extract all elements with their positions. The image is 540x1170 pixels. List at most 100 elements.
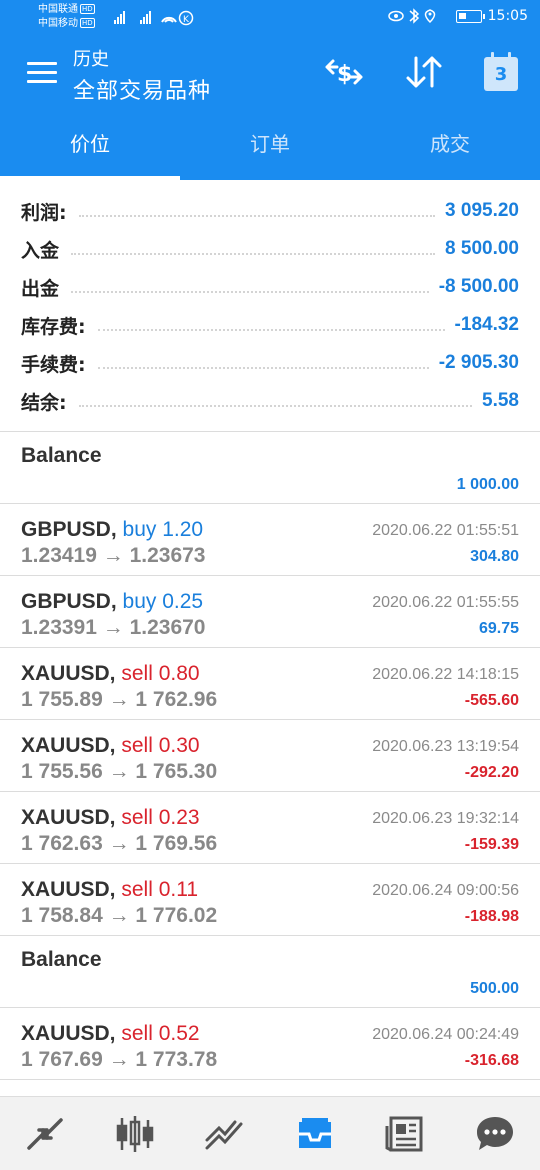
menu-icon[interactable] — [27, 62, 57, 84]
nav-chart[interactable] — [90, 1097, 180, 1170]
deal-prices: 1.23419 → 1.23673 — [21, 544, 206, 567]
deal-prices: 1 758.84 → 1 776.02 — [21, 904, 218, 927]
deal-time: 2020.06.22 01:55:51 — [372, 522, 519, 539]
summary-value: -2 905.30 — [438, 352, 519, 373]
deal-time: 2020.06.22 14:18:15 — [372, 666, 519, 683]
carrier-2: 中国移动 — [38, 18, 78, 29]
deal-profit: 304.80 — [470, 548, 519, 565]
deal-symbol: XAUUSD, sell 0.30 — [21, 734, 200, 758]
hd-badge: HD — [80, 4, 95, 14]
summary-profit: 利润: 3 095.20 — [0, 192, 540, 230]
nav-quotes[interactable] — [0, 1097, 90, 1170]
dot-leader — [97, 361, 429, 369]
deal-row[interactable]: XAUUSD, sell 0.23 1 762.63 → 1 769.56 2020… — [0, 792, 540, 864]
calendar-day: 3 — [484, 52, 518, 91]
symbol-name: XAUUSD, — [21, 878, 116, 901]
deal-side: sell 0.30 — [121, 734, 200, 757]
summary-label: 库存费: — [21, 315, 86, 338]
deal-prices: 1.23391 → 1.23670 — [21, 616, 206, 639]
deal-row[interactable]: XAUUSD, sell 0.11 1 758.84 → 1 776.02 2020… — [0, 864, 540, 936]
deal-prices: 1 755.56 → 1 765.30 — [21, 760, 218, 783]
balance-amount: 1 000.00 — [456, 476, 519, 493]
bottom-nav — [0, 1096, 540, 1170]
deal-side: buy 1.20 — [122, 518, 204, 541]
page-subtitle: 历史 — [73, 49, 109, 70]
deal-symbol: XAUUSD, sell 0.23 — [21, 806, 200, 830]
deal-side: sell 0.52 — [121, 1022, 200, 1045]
summary-value: 5.58 — [482, 390, 519, 411]
summary-value: -184.32 — [454, 314, 519, 335]
deal-row[interactable]: GBPUSD, buy 0.25 1.23391 → 1.23670 2020.06… — [0, 576, 540, 648]
deal-profit: -316.68 — [464, 1052, 519, 1069]
deal-row[interactable]: XAUUSD, sell 0.52 1 767.69 → 1 773.78 2020… — [0, 1008, 540, 1080]
summary-value: 3 095.20 — [445, 200, 519, 221]
deal-row[interactable]: XAUUSD, sell 0.80 1 755.89 → 1 762.96 2020… — [0, 648, 540, 720]
symbol-name: XAUUSD, — [21, 734, 116, 757]
trade-icon — [205, 1120, 243, 1150]
chat-icon — [477, 1117, 513, 1150]
deal-symbol: XAUUSD, sell 0.52 — [21, 1022, 200, 1046]
nav-history[interactable] — [270, 1097, 360, 1170]
summary-value: 8 500.00 — [445, 238, 519, 259]
symbol-name: XAUUSD, — [21, 1022, 116, 1045]
deal-time: 2020.06.23 13:19:54 — [372, 738, 519, 755]
chart-candles-icon — [116, 1116, 154, 1152]
deal-row[interactable]: XAUUSD, sell 0.30 1 755.56 → 1 765.30 2020… — [0, 720, 540, 792]
nav-news[interactable] — [360, 1097, 450, 1170]
summary-label: 手续费: — [21, 353, 86, 376]
signal-icons: K — [104, 10, 194, 29]
tab-deals[interactable]: 成交 — [360, 118, 540, 180]
summary-label: 出金 — [21, 277, 60, 300]
deal-prices: 1 762.63 → 1 769.56 — [21, 832, 218, 855]
page-title[interactable]: 全部交易品种 — [73, 73, 211, 105]
deal-profit: -188.98 — [464, 908, 519, 925]
symbol-name: GBPUSD, — [21, 518, 117, 541]
tab-orders[interactable]: 订单 — [180, 118, 360, 180]
nav-trade[interactable] — [180, 1097, 270, 1170]
row-divider — [0, 1079, 540, 1080]
balance-row[interactable]: Balance 1 000.00 — [0, 432, 540, 504]
balance-label: Balance — [21, 948, 102, 971]
quotes-icon — [27, 1118, 63, 1150]
carrier-info: 中国联通 HD 中国移动 HD — [38, 3, 95, 31]
deal-time: 2020.06.22 01:55:55 — [372, 594, 519, 611]
sort-icon[interactable] — [402, 52, 446, 92]
tab-bar: 价位 订单 成交 — [0, 118, 540, 180]
hd-badge: HD — [80, 18, 95, 28]
deal-symbol: XAUUSD, sell 0.80 — [21, 662, 200, 686]
dot-leader — [78, 399, 473, 407]
svg-text:$: $ — [337, 62, 352, 87]
summary-label: 利润: — [21, 201, 67, 224]
nav-chat[interactable] — [450, 1097, 540, 1170]
deal-profit: -159.39 — [464, 836, 519, 853]
deal-profit: -565.60 — [464, 692, 519, 709]
summary-label: 入金 — [21, 239, 60, 262]
tab-price[interactable]: 价位 — [0, 118, 180, 180]
symbol-name: XAUUSD, — [21, 806, 116, 829]
deal-row[interactable]: GBPUSD, buy 1.20 1.23419 → 1.23673 2020.06… — [0, 504, 540, 576]
deal-time: 2020.06.23 19:32:14 — [372, 810, 519, 827]
deal-side: buy 0.25 — [122, 590, 204, 613]
carrier-1: 中国联通 — [38, 4, 78, 15]
deal-time: 2020.06.24 09:00:56 — [372, 882, 519, 899]
deal-time: 2020.06.24 00:24:49 — [372, 1026, 519, 1043]
calendar-icon[interactable]: 3 — [479, 52, 523, 92]
symbol-name: GBPUSD, — [21, 590, 117, 613]
clock: 15:05 — [487, 8, 528, 24]
deal-prices: 1 767.69 → 1 773.78 — [21, 1048, 218, 1071]
dot-leader — [78, 209, 436, 217]
status-right: 15:05 — [387, 8, 528, 24]
balance-row[interactable]: Balance 500.00 — [0, 936, 540, 1008]
dot-leader — [71, 285, 429, 293]
balance-label: Balance — [21, 444, 102, 467]
summary-withdrawal: 出金 -8 500.00 — [0, 268, 540, 306]
app-header: 中国联通 HD 中国移动 HD K 15:05 历史 全部交易品种 $ 3 价位… — [0, 0, 540, 180]
deal-profit: -292.20 — [464, 764, 519, 781]
deal-profit: 69.75 — [478, 620, 519, 637]
deal-side: sell 0.11 — [121, 878, 199, 901]
symbols-exchange-icon[interactable]: $ — [322, 52, 366, 92]
status-icons — [387, 8, 435, 24]
deal-side: sell 0.80 — [121, 662, 200, 685]
deal-symbol: GBPUSD, buy 0.25 — [21, 590, 203, 614]
dot-leader — [71, 247, 436, 255]
